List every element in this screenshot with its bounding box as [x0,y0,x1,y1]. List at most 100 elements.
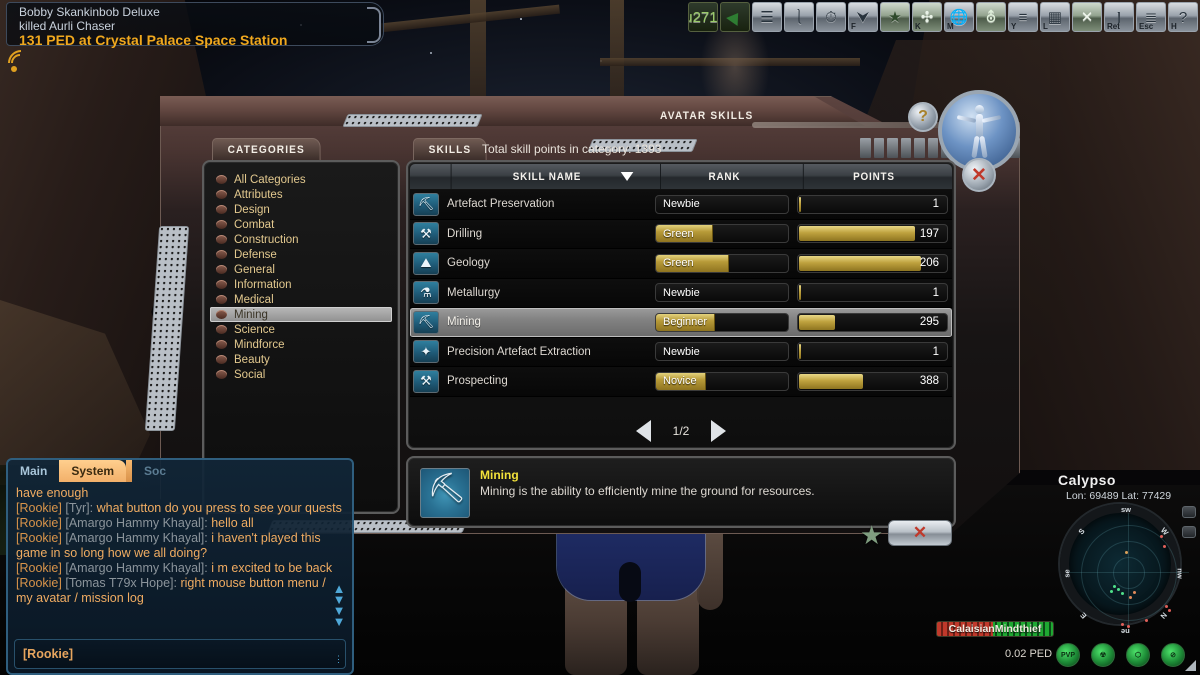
chat-input[interactable]: [Rookie] [14,639,346,669]
status-icons-row[interactable]: PVP ☢ ⬡ ⊘ [1056,643,1185,667]
radar-blip [1125,551,1128,554]
chat-message-text: have enough [16,486,89,500]
category-label: Science [234,323,275,336]
category-item-combat[interactable]: Combat [210,217,392,232]
col-icon [412,164,439,189]
favourite-star-icon[interactable]: ★ [860,520,883,551]
chat-add-icon[interactable]: Ⱜ Ret [1104,2,1134,32]
category-item-medical[interactable]: Medical [210,292,392,307]
category-label: Design [234,203,270,216]
category-item-information[interactable]: Information [210,277,392,292]
planet-name: Calypso [1058,472,1116,488]
table-row[interactable]: ⛰ Geology Green 206 [410,249,952,279]
inventory-icon[interactable]: ☰ [752,2,782,32]
category-label: Combat [234,218,275,231]
category-item-mining[interactable]: Mining [210,307,392,322]
points-cell: 388 [793,371,952,391]
killer-name: Bobby Skankinbob Deluxe [19,5,160,19]
table-row[interactable]: ⚒ Prospecting Novice 388 [410,367,952,397]
escape-menu-icon[interactable]: ≣ Esc [1136,2,1166,32]
mission-log-icon[interactable]: ≡ Y [1008,2,1038,32]
pagination[interactable]: 1/2 [410,418,952,444]
chat-scroll-arrows[interactable]: ▲ ▼ ▼ ▼ [332,582,346,628]
vehicle-icon[interactable]: ⛢ [976,2,1006,32]
category-bullet-icon [216,295,227,304]
chat-resize-handle[interactable]: ⋮ [334,654,344,665]
precision-artefact-extraction-icon: ✦ [413,340,439,364]
table-row[interactable]: ⛏ Mining Beginner 295 [410,308,952,338]
table-row[interactable]: ⚗ Metallurgy Newbie 1 [410,278,952,308]
gravity-status-icon[interactable]: ⬡ [1126,643,1150,667]
help-mouse-icon[interactable]: ? H [1168,2,1198,32]
hud-side-buttons[interactable] [1182,506,1196,538]
category-item-social[interactable]: Social [210,367,392,382]
teleport-icon[interactable] [720,2,750,32]
window-layout-icon[interactable]: ▦ L [1040,2,1070,32]
chat-channel-tag: [Rookie] [16,501,66,515]
chat-channel-tag: [Rookie] [16,561,66,575]
chat-line: [Rookie] [Amargo Hammy Khayal]: i m exci… [16,561,344,576]
chat-tab-system[interactable]: System [59,460,127,482]
close-window-button[interactable]: ✕ [888,520,952,546]
rank-cell: Newbie [651,194,793,214]
window-close-button[interactable]: ✕ [962,158,996,192]
skills-rows[interactable]: ⛏ Artefact Preservation Newbie 1 ⚒ Drilling Gr… [410,190,952,397]
category-item-science[interactable]: Science [210,322,392,337]
society-icon[interactable]: ⮟ F [848,2,878,32]
avatar-skills-icon[interactable]: ✣ K [912,2,942,32]
no-entry-status-icon[interactable]: ⊘ [1161,643,1185,667]
categories-list[interactable]: All Categories Attributes Design Combat Cons… [210,172,392,502]
table-header: SKILL NAME RANK POINTS [410,164,952,190]
category-item-general[interactable]: General [210,262,392,277]
favourites-star-icon[interactable]: ★ [880,2,910,32]
auction-icon[interactable]: ⏱ [816,2,846,32]
skill-name: Geology [447,257,490,270]
table-row[interactable]: ⚒ Drilling Green 197 [410,219,952,249]
storage-icon[interactable]: ⎱ [784,2,814,32]
points-value: 1 [932,286,939,299]
col-skill-name-label: SKILL NAME [512,170,582,183]
tab-categories[interactable]: CATEGORIES [212,138,321,160]
chat-tab-soc[interactable]: Soc [132,460,178,482]
category-item-all-categories[interactable]: All Categories [210,172,392,187]
hud-resize-handle[interactable] [1185,660,1196,671]
next-page-button[interactable] [711,420,727,442]
col-skill-name[interactable]: SKILL NAME [450,164,643,189]
points-bar-fill [799,344,802,360]
pvp-status-icon[interactable]: PVP [1056,643,1080,667]
coordinates-label: Lon: 69489 Lat: 77429 [1066,490,1172,502]
table-row[interactable]: ✦ Precision Artefact Extraction Newbie 1 [410,337,952,367]
treasure-map-icon[interactable]: ✕ [1072,2,1102,32]
category-item-beauty[interactable]: Beauty [210,352,392,367]
chat-tabs[interactable]: Main System Soc [8,460,352,482]
col-rank[interactable]: RANK [660,164,788,189]
rank-cell: Green [651,224,793,244]
toxic-status-icon[interactable]: ☢ [1091,643,1115,667]
radar-zoom-out-icon[interactable] [1182,506,1196,518]
tool-icon[interactable]: \u2712 [688,2,718,32]
category-item-attributes[interactable]: Attributes [210,187,392,202]
category-item-defense[interactable]: Defense [210,247,392,262]
help-button[interactable]: ? [908,102,938,132]
close-icon: ✕ [912,523,928,542]
chat-line: [Rookie] [Amargo Hammy Khayal]: i haven'… [16,531,344,561]
star [520,18,522,20]
table-row[interactable]: ⛏ Artefact Preservation Newbie 1 [410,190,952,220]
radar-map[interactable]: sw S se E ne N nw W [1060,504,1189,636]
col-points[interactable]: POINTS [802,164,944,189]
skill-name: Mining [447,316,481,329]
category-item-construction[interactable]: Construction [210,232,392,247]
radar-zoom-in-icon[interactable] [1182,526,1196,538]
top-toolbar[interactable]: \u2712 ☰ ⎱ ⏱ ⮟F ★ ✣K 🌐M ⛢ ≡Y ▦L ✕ ⰬRet ≣… [688,2,1198,32]
category-item-mindforce[interactable]: Mindforce [210,337,392,352]
category-item-design[interactable]: Design [210,202,392,217]
close-icon: ✕ [971,164,987,186]
points-cell: 1 [793,342,952,362]
chat-tab-main[interactable]: Main [8,460,59,482]
map-globe-icon[interactable]: 🌐 M [944,2,974,32]
sort-desc-icon [620,172,634,181]
tab-skills[interactable]: SKILLS [413,138,487,160]
prev-page-button[interactable] [635,420,651,442]
skill-description-panel: ⛏ Mining Mining is the ability to effici… [406,456,956,528]
col-points-label: POINTS [853,170,895,183]
